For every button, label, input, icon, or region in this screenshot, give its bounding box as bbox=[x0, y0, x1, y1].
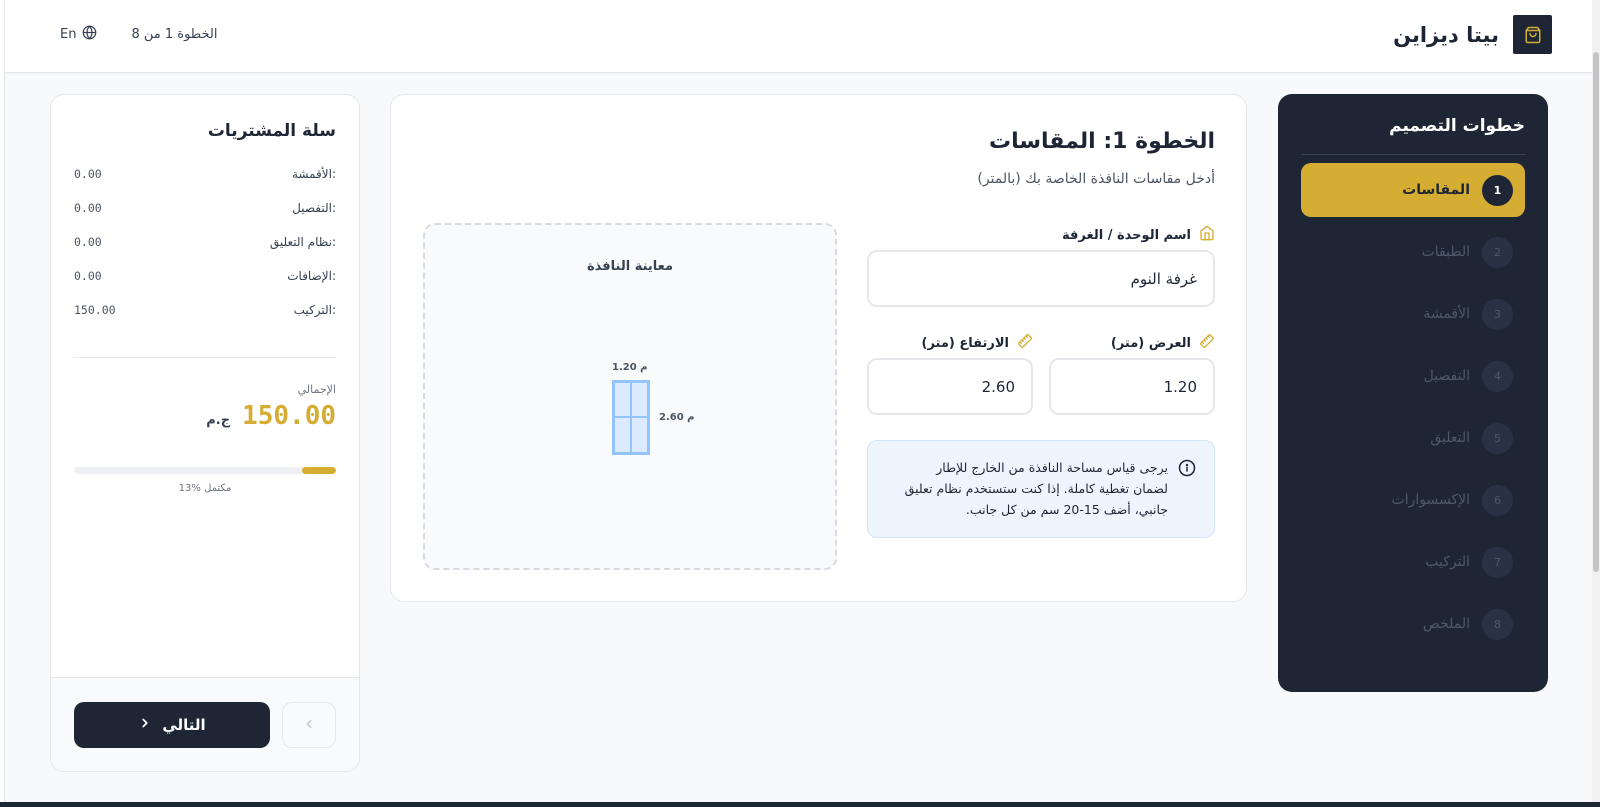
cart-row: 0.00 نظام التعليق: bbox=[74, 235, 336, 255]
step-number: 4 bbox=[1482, 360, 1513, 392]
step-indicator: الخطوة 1 من 8 bbox=[131, 27, 218, 42]
step-label: الإكسسوارات bbox=[1391, 492, 1470, 508]
cart-row: 0.00 التفصيل: bbox=[74, 201, 336, 221]
width-label: العرض (متر) bbox=[1111, 333, 1215, 353]
preview-title: معاينة النافذة bbox=[586, 259, 674, 274]
cart-row-label: الأقمشة: bbox=[291, 167, 336, 181]
step-number: 1 bbox=[1482, 174, 1513, 206]
progress-bar bbox=[74, 467, 336, 474]
cart-row-label: الإضافات: bbox=[287, 269, 336, 283]
step-item-layers[interactable]: 2 الطبقات bbox=[1301, 225, 1525, 279]
step-number: 7 bbox=[1482, 546, 1513, 578]
step-label: الملخص bbox=[1422, 616, 1470, 632]
measurements-card: الخطوة 1: المقاسات أدخل مقاسات النافذة ا… bbox=[390, 94, 1247, 602]
currency-label: ج.م bbox=[206, 413, 231, 428]
info-icon bbox=[1178, 459, 1196, 521]
home-icon bbox=[1199, 225, 1215, 245]
cart-footer: التالي bbox=[51, 677, 359, 771]
step-number: 2 bbox=[1482, 236, 1513, 268]
chevron-right-icon bbox=[138, 716, 152, 734]
window-shape bbox=[612, 380, 650, 455]
step-label: المقاسات bbox=[1402, 182, 1470, 198]
preview-height-label: 2.60 م bbox=[659, 412, 695, 423]
next-button[interactable]: التالي bbox=[74, 702, 270, 748]
brand-name: بيتا ديزاين bbox=[1393, 22, 1499, 47]
step-label: التفصيل bbox=[1423, 368, 1470, 384]
step-item-accessories[interactable]: 6 الإكسسوارات bbox=[1301, 473, 1525, 527]
cart-row: 150.00 التركيب: bbox=[74, 303, 336, 323]
page-title: الخطوة 1: المقاسات bbox=[989, 129, 1215, 154]
width-input[interactable] bbox=[1049, 358, 1215, 415]
brand[interactable]: بيتا ديزاين bbox=[1393, 15, 1552, 54]
step-number: 8 bbox=[1482, 608, 1513, 640]
cart-row-label: التركيب: bbox=[293, 303, 336, 317]
room-name-label: اسم الوحدة / الغرفة bbox=[1062, 225, 1215, 245]
total-label: الإجمالي bbox=[297, 383, 336, 396]
globe-icon bbox=[82, 25, 97, 44]
step-item-installation[interactable]: 7 التركيب bbox=[1301, 535, 1525, 589]
room-name-input[interactable] bbox=[867, 250, 1215, 307]
step-item-hanging[interactable]: 5 التعليق bbox=[1301, 411, 1525, 465]
info-text: يرجى قياس مساحة النافذة من الخارج للإطار… bbox=[904, 460, 1168, 517]
language-label: En bbox=[60, 27, 77, 42]
step-item-fabrics[interactable]: 3 الأقمشة bbox=[1301, 287, 1525, 341]
progress-fill bbox=[301, 467, 336, 474]
scrollbar-thumb[interactable] bbox=[1593, 52, 1599, 572]
steps-title: خطوات التصميم bbox=[1301, 116, 1525, 155]
total-value: 150.00 bbox=[242, 401, 336, 431]
step-label: التعليق bbox=[1430, 430, 1470, 446]
cart-row-value: 0.00 bbox=[74, 201, 102, 215]
step-item-summary[interactable]: 8 الملخص bbox=[1301, 597, 1525, 651]
previous-button[interactable] bbox=[282, 702, 336, 748]
cart-row-value: 150.00 bbox=[74, 303, 116, 317]
total-amount: 150.00 ج.م bbox=[206, 401, 336, 431]
design-steps-panel: خطوات التصميم 1 المقاسات 2 الطبقات 3 الأ… bbox=[1278, 94, 1548, 692]
height-label: الارتفاع (متر) bbox=[922, 333, 1033, 353]
step-number: 5 bbox=[1482, 422, 1513, 454]
step-number: 3 bbox=[1482, 298, 1513, 330]
window-preview: معاينة النافذة 1.20 م 2.60 م bbox=[423, 223, 837, 570]
language-switcher[interactable]: En bbox=[60, 25, 97, 44]
cart-row-value: 0.00 bbox=[74, 269, 102, 283]
step-label: التركيب bbox=[1425, 554, 1470, 570]
step-number: 6 bbox=[1482, 484, 1513, 516]
ruler-icon bbox=[1017, 333, 1033, 353]
next-label: التالي bbox=[162, 716, 206, 734]
cart-row: 0.00 الأقمشة: bbox=[74, 167, 336, 187]
height-input[interactable] bbox=[867, 358, 1033, 415]
top-header: بيتا ديزاين En الخطوة 1 من 8 bbox=[5, 0, 1592, 73]
chevron-left-icon bbox=[302, 716, 316, 735]
step-item-measurements[interactable]: 1 المقاسات bbox=[1301, 163, 1525, 217]
cart-divider bbox=[74, 357, 336, 358]
measurement-tip: يرجى قياس مساحة النافذة من الخارج للإطار… bbox=[867, 440, 1215, 538]
cart-row-value: 0.00 bbox=[74, 167, 102, 181]
scrollbar[interactable] bbox=[1592, 0, 1600, 807]
step-item-tailoring[interactable]: 4 التفصيل bbox=[1301, 349, 1525, 403]
window-edge bbox=[0, 0, 5, 807]
cart-row: 0.00 الإضافات: bbox=[74, 269, 336, 289]
cart-row-label: نظام التعليق: bbox=[269, 235, 336, 249]
ruler-icon bbox=[1199, 333, 1215, 353]
bottom-edge bbox=[0, 802, 1600, 807]
shopping-cart-panel: سلة المشتريات 0.00 الأقمشة: 0.00 التفصيل… bbox=[50, 94, 360, 772]
cart-title: سلة المشتريات bbox=[207, 121, 336, 141]
step-label: الطبقات bbox=[1421, 244, 1470, 260]
preview-width-label: 1.20 م bbox=[612, 362, 648, 373]
cart-row-label: التفصيل: bbox=[292, 201, 336, 215]
step-label: الأقمشة bbox=[1423, 306, 1470, 322]
cart-row-value: 0.00 bbox=[74, 235, 102, 249]
shopping-bag-icon bbox=[1513, 15, 1552, 54]
progress-text: 13% مكتمل bbox=[178, 483, 232, 494]
page-subtitle: أدخل مقاسات النافذة الخاصة بك (بالمتر) bbox=[977, 171, 1215, 187]
